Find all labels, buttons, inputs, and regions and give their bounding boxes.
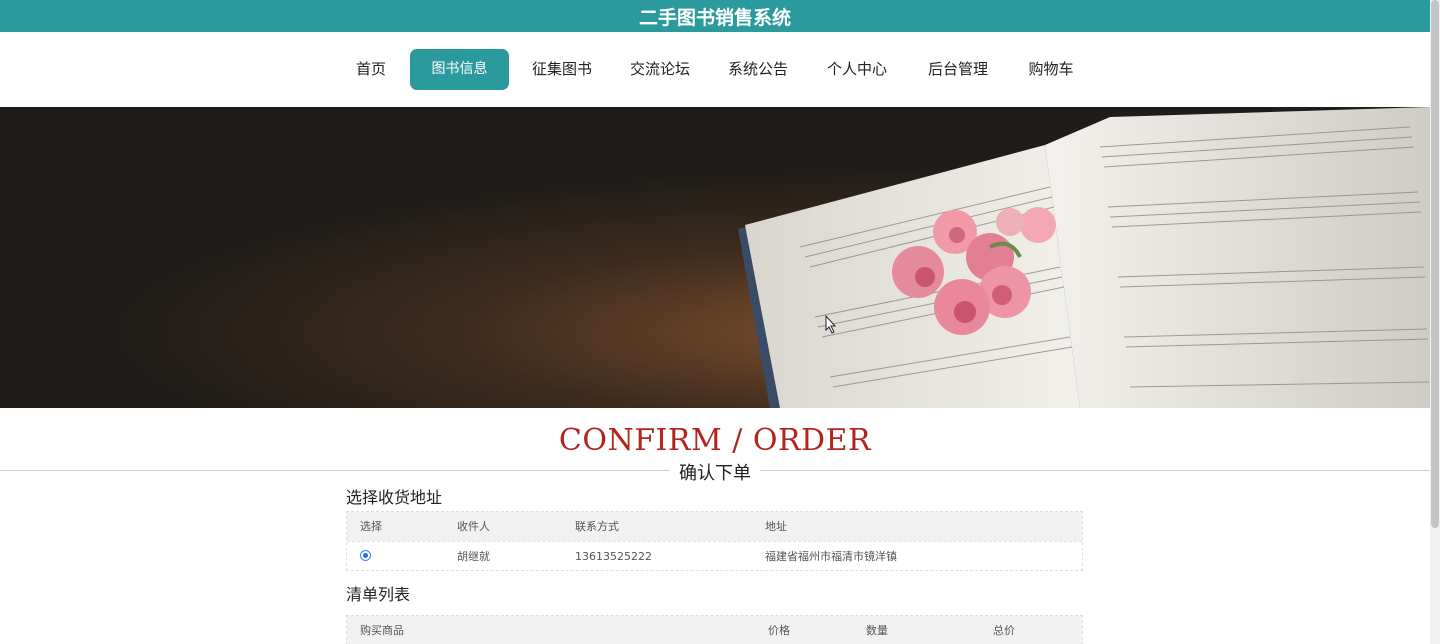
col-select: 选择	[360, 520, 382, 533]
order-table-header: 购买商品 价格 数量 总价	[347, 616, 1082, 644]
recipient-name: 胡继就	[457, 550, 490, 563]
col-product: 购买商品	[360, 624, 404, 637]
col-recipient: 收件人	[457, 520, 490, 533]
nav-item-admin[interactable]: 后台管理	[920, 49, 996, 90]
recipient-address: 福建省福州市福清市镜洋镇	[765, 550, 897, 563]
banner-image	[0, 107, 1430, 408]
nav-item-home[interactable]: 首页	[345, 49, 397, 90]
page: 二手图书销售系统 首页 图书信息 征集图书 交流论坛 系统公告 个人中心 后台管…	[0, 0, 1440, 644]
sheet-music-book-icon	[0, 107, 1430, 408]
scrollbar-thumb[interactable]	[1431, 0, 1439, 528]
col-total: 总价	[993, 624, 1015, 637]
section-title: CONFIRM / ORDER 确认下单	[0, 418, 1430, 488]
title-chinese: 确认下单	[670, 459, 760, 485]
order-list-heading: 清单列表	[346, 585, 411, 604]
nav-item-profile[interactable]: 个人中心	[819, 49, 895, 90]
main-nav: 首页 图书信息 征集图书 交流论坛 系统公告 个人中心 后台管理 购物车	[0, 32, 1430, 107]
address-table: 选择 收件人 联系方式 地址 胡继就 13613525222 福建省福州市福清市…	[346, 511, 1083, 571]
page-scrollbar[interactable]	[1430, 0, 1440, 644]
recipient-phone: 13613525222	[575, 550, 652, 563]
col-address: 地址	[765, 520, 787, 533]
address-heading: 选择收货地址	[346, 488, 443, 507]
col-price: 价格	[768, 624, 790, 637]
title-english: CONFIRM / ORDER	[558, 423, 872, 458]
nav-item-books[interactable]: 图书信息	[410, 49, 509, 90]
nav-item-forum[interactable]: 交流论坛	[622, 49, 698, 90]
site-title: 二手图书销售系统	[638, 7, 791, 29]
nav-item-collect-books[interactable]: 征集图书	[524, 49, 600, 90]
address-table-header: 选择 收件人 联系方式 地址	[347, 512, 1082, 541]
address-row[interactable]: 胡继就 13613525222 福建省福州市福清市镜洋镇	[347, 541, 1082, 570]
address-radio[interactable]	[360, 550, 371, 561]
nav-item-cart[interactable]: 购物车	[1020, 49, 1082, 90]
nav-item-announcements[interactable]: 系统公告	[720, 49, 796, 90]
col-quantity: 数量	[866, 624, 888, 637]
top-bar: 二手图书销售系统	[0, 0, 1430, 32]
col-phone: 联系方式	[575, 520, 619, 533]
order-table: 购买商品 价格 数量 总价	[346, 615, 1083, 644]
